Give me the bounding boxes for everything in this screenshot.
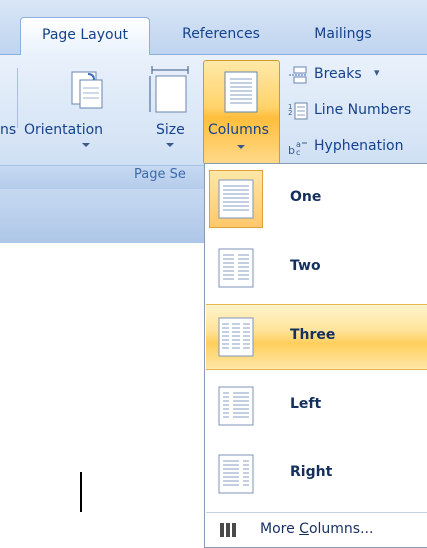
line-numbers-icon: 1 2	[288, 102, 308, 120]
ribbon-tab-bar: Page Layout References Mailings	[0, 0, 427, 56]
breaks-dropdown-arrow: ▾	[374, 66, 380, 79]
orientation-dropdown-arrow	[82, 143, 90, 147]
more-columns-suffix: olumns...	[308, 521, 374, 537]
columns-dropdown-arrow	[237, 145, 245, 149]
size-dropdown-arrow	[166, 143, 174, 147]
columns-option-right[interactable]: Right	[206, 442, 427, 506]
more-columns-label: More Columns...	[260, 521, 373, 537]
orientation-label: Orientation	[24, 122, 104, 138]
left-column-icon	[218, 386, 254, 426]
margins-button-partial[interactable]: ns	[0, 122, 16, 138]
more-columns-prefix: More	[260, 521, 300, 537]
tab-references[interactable]: References	[166, 17, 276, 53]
breaks-icon	[289, 66, 307, 84]
columns-option-three[interactable]: Three	[206, 304, 427, 370]
page-setup-group-label: Page Se	[134, 167, 186, 182]
text-cursor	[80, 472, 82, 512]
orientation-icon	[71, 71, 103, 109]
columns-label: Columns	[208, 122, 269, 138]
option-label-left: Left	[290, 396, 322, 412]
tab-page-layout[interactable]: Page Layout	[20, 17, 150, 56]
line-numbers-label: Line Numbers	[314, 102, 412, 118]
three-columns-icon	[218, 317, 254, 357]
tab-mailings[interactable]: Mailings	[298, 17, 388, 53]
columns-button[interactable]: Columns	[203, 60, 280, 165]
option-label-three: Three	[290, 327, 336, 343]
option-label-two: Two	[290, 258, 321, 274]
hyphenation-icon: b a c	[288, 140, 307, 156]
columns-option-two[interactable]: Two	[206, 236, 427, 300]
more-columns-item[interactable]: More Columns...	[206, 512, 427, 547]
option-label-right: Right	[290, 464, 333, 480]
one-column-icon	[218, 179, 254, 219]
size-label: Size	[156, 122, 185, 138]
columns-option-left[interactable]: Left	[206, 374, 427, 438]
breaks-label: Breaks	[314, 66, 362, 82]
svg-text:c: c	[296, 148, 300, 156]
option-label-one: One	[290, 189, 322, 205]
two-columns-icon	[218, 248, 254, 288]
more-columns-accelerator: C	[299, 521, 309, 537]
more-columns-icon	[220, 523, 236, 537]
svg-text:2: 2	[288, 109, 292, 117]
hyphenation-label: Hyphenation	[314, 138, 404, 154]
columns-dropdown-menu: One Two Three Left Right More Columns...	[204, 163, 427, 548]
svg-text:b: b	[288, 144, 295, 156]
columns-option-one[interactable]: One	[206, 167, 427, 231]
ruler-area	[0, 189, 210, 243]
ribbon-separator	[17, 68, 18, 128]
size-icon	[149, 66, 189, 113]
columns-icon	[224, 71, 258, 113]
right-column-icon	[218, 454, 254, 494]
